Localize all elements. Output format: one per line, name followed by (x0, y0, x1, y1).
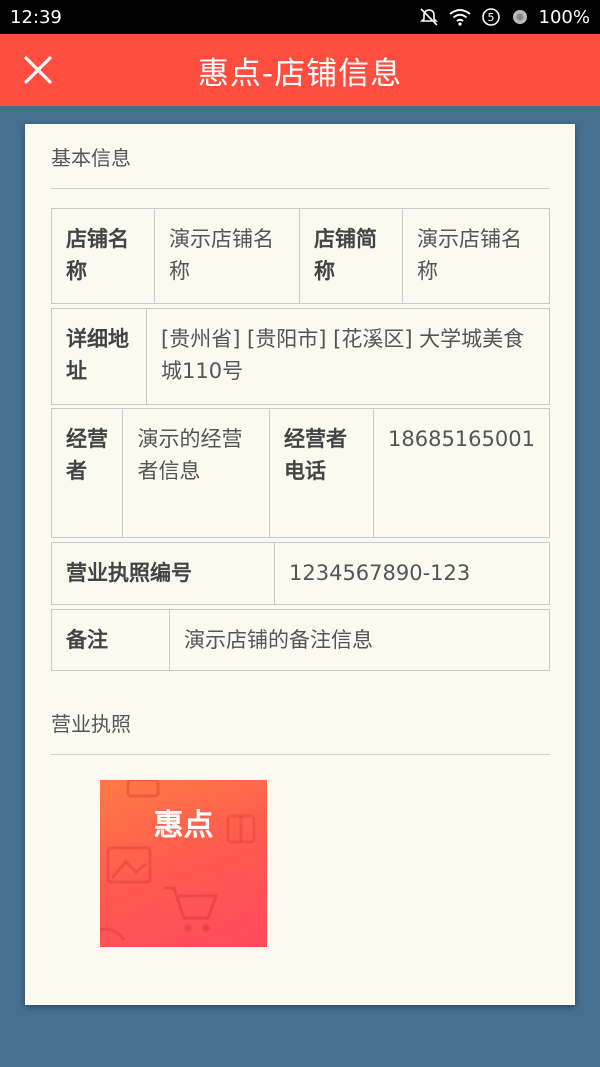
sim-5-icon: 5 (481, 7, 501, 27)
page-title: 惠点-店铺信息 (197, 55, 403, 92)
close-icon (24, 56, 52, 84)
record-icon (511, 8, 529, 26)
remark-label: 备注 (52, 610, 170, 670)
svg-text:5: 5 (487, 11, 494, 24)
divider (51, 754, 550, 755)
license-image[interactable]: 惠点 (100, 780, 267, 947)
license-no-row: 营业执照编号 1234567890-123 (51, 542, 550, 605)
status-bar: 12:39 5 100% (0, 0, 600, 34)
address-row: 详细地址 [贵州省] [贵阳市] [花溪区] 大学城美食城110号 (51, 308, 550, 405)
license-title: 营业执照 (51, 712, 131, 736)
operator-value: 演示的经营者信息 (123, 409, 270, 537)
store-name-row: 店铺名称 演示店铺名称 店铺简称 演示店铺名称 (51, 208, 550, 304)
license-no-label: 营业执照编号 (52, 543, 275, 604)
close-button[interactable] (18, 50, 58, 90)
license-image-brand: 惠点 (153, 808, 214, 843)
operator-label: 经营者 (52, 409, 124, 537)
phone-label: 经营者电话 (270, 409, 374, 537)
remark-value: 演示店铺的备注信息 (184, 628, 373, 652)
store-short-label: 店铺简称 (300, 209, 403, 303)
status-icons: 5 100% (419, 7, 590, 28)
basic-info-title: 基本信息 (51, 146, 131, 170)
store-name-label: 店铺名称 (52, 209, 155, 303)
address-label: 详细地址 (52, 309, 147, 404)
store-short-value: 演示店铺名称 (417, 227, 522, 283)
app-bar: 惠点-店铺信息 (0, 34, 600, 106)
operator-row: 经营者 演示的经营者信息 经营者电话 18685165001 (51, 408, 550, 538)
notification-off-icon (419, 7, 439, 27)
store-name-value: 演示店铺名称 (155, 209, 300, 303)
phone-value: 18685165001 (388, 427, 535, 451)
remark-row: 备注 演示店铺的备注信息 (51, 609, 550, 671)
status-time: 12:39 (10, 6, 62, 28)
divider (51, 188, 550, 189)
address-value: [贵州省] [贵阳市] [花溪区] 大学城美食城110号 (161, 327, 525, 383)
license-no-value: 1234567890-123 (289, 561, 471, 585)
store-info-card: 基本信息 店铺名称 演示店铺名称 店铺简称 演示店铺名称 详细地址 [贵州省] … (25, 124, 575, 1005)
wifi-icon (448, 8, 471, 26)
battery-level: 100% (538, 6, 590, 28)
